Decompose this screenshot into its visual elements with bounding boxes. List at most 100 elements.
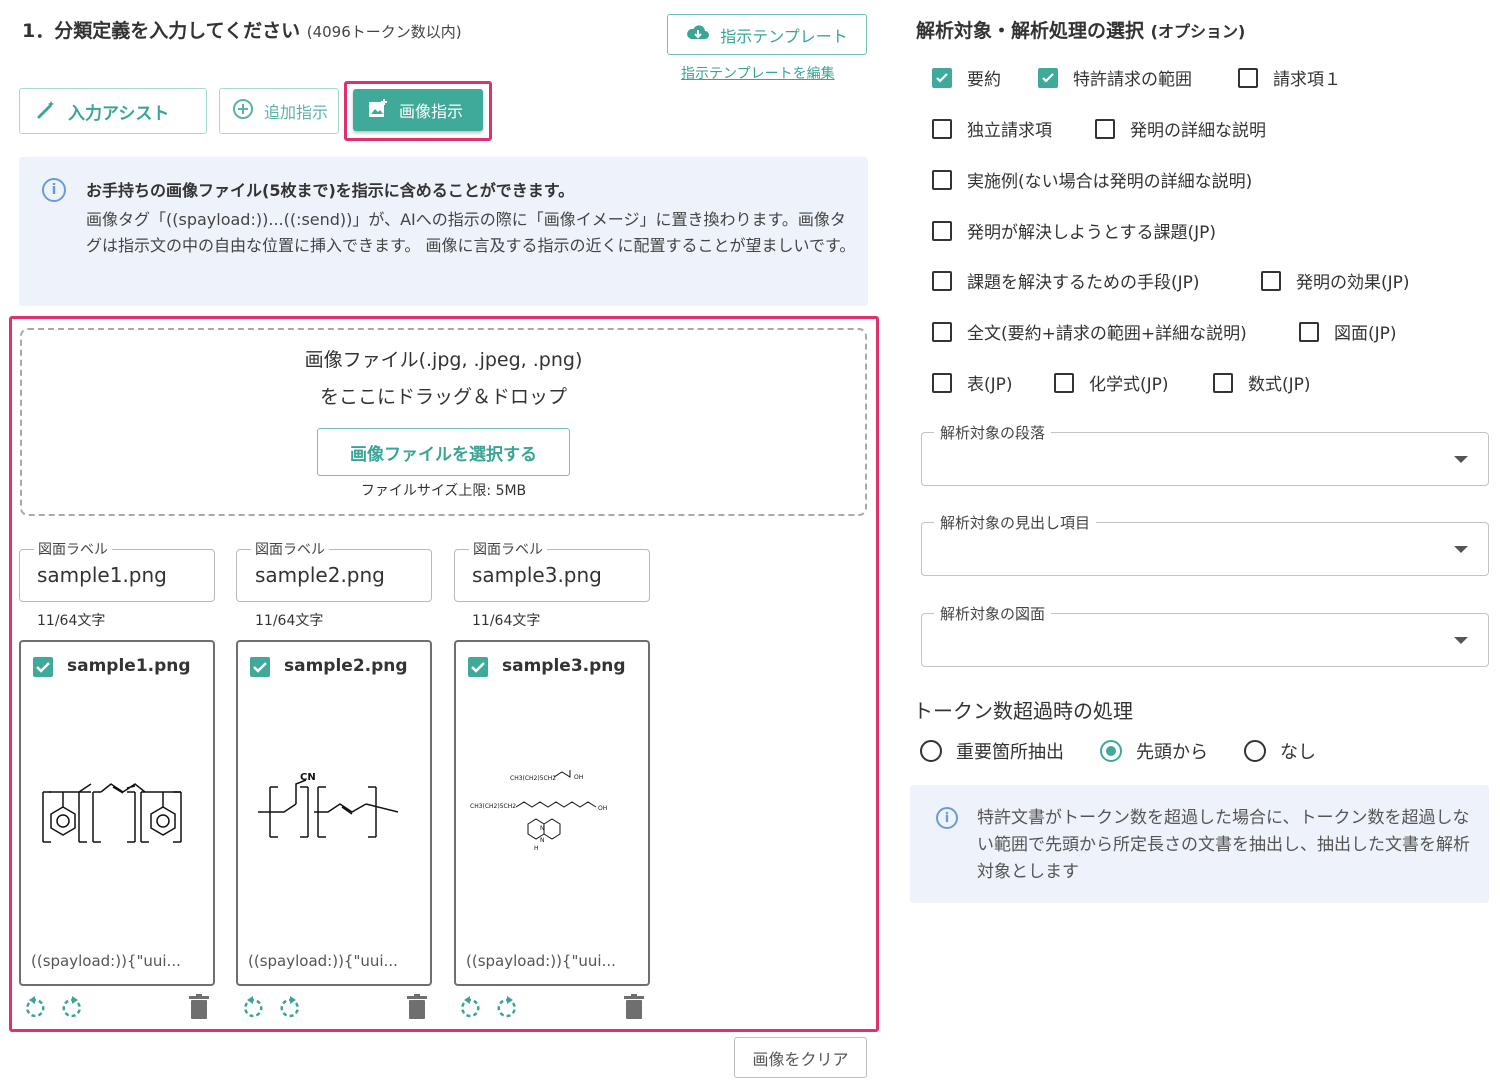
hydroxyl-label: OH: [574, 774, 583, 781]
token-handling-title: トークン数超過時の処理: [913, 699, 1133, 723]
radio-unselected-icon[interactable]: [1244, 740, 1266, 762]
checkbox-unchecked-icon[interactable]: [932, 118, 952, 139]
checkbox-unchecked-icon[interactable]: [1299, 321, 1319, 342]
rotate-right-icon[interactable]: [494, 994, 520, 1020]
image-instruction-button[interactable]: 画像指示: [353, 89, 483, 131]
chemical-structure-thumbnail: CN: [258, 772, 399, 838]
hydrogen-label: H: [534, 845, 539, 852]
info-icon: i: [42, 178, 66, 202]
chemical-structure-thumbnail: CH3(CH2)5CH2 OH CH3(CH2)5CH2 OH N N H: [470, 770, 607, 852]
checkbox-drawings[interactable]: 図面(JP): [1299, 319, 1397, 344]
image-select-checkbox[interactable]: [250, 657, 270, 677]
checkbox-math-formula[interactable]: 数式(JP): [1213, 370, 1311, 395]
trash-icon[interactable]: [623, 994, 645, 1020]
add-instruction-button[interactable]: 追加指示: [219, 88, 339, 134]
optional-note: (オプション): [1150, 22, 1246, 41]
image-card-actions: [22, 994, 212, 1022]
checkbox-unchecked-icon[interactable]: [1261, 270, 1281, 291]
char-count: 11/64文字: [472, 613, 541, 629]
image-select-checkbox[interactable]: [468, 657, 488, 677]
checkbox-checked-icon[interactable]: [932, 67, 952, 88]
checkbox-unchecked-icon[interactable]: [932, 220, 952, 241]
chemical-structure-thumbnail: [42, 783, 182, 843]
radio-selected-icon[interactable]: [1100, 740, 1122, 762]
checkbox-unchecked-icon[interactable]: [1095, 118, 1115, 139]
rotate-left-icon[interactable]: [240, 994, 266, 1020]
checkbox-unchecked-icon[interactable]: [932, 372, 952, 393]
checkbox-label: 実施例(ない場合は発明の詳細な説明): [967, 172, 1253, 192]
rotate-right-icon[interactable]: [277, 994, 303, 1020]
image-instruction-label: 画像指示: [399, 102, 464, 121]
image-file-name: sample1.png: [67, 656, 191, 676]
cloud-download-icon: [686, 24, 710, 46]
checkbox-tables[interactable]: 表(JP): [932, 370, 1013, 395]
token-limit-note: (4096トークン数以内): [306, 23, 462, 41]
chevron-down-icon[interactable]: [1454, 546, 1468, 553]
rotate-left-icon[interactable]: [457, 994, 483, 1020]
checkbox-label: 発明の詳細な説明: [1130, 121, 1266, 141]
checkbox-examples[interactable]: 実施例(ない場合は発明の詳細な説明): [932, 167, 1252, 192]
image-payload-tag: ((spayload:)){"uui...: [248, 952, 398, 970]
image-file-name: sample3.png: [502, 656, 626, 676]
trash-icon[interactable]: [188, 994, 210, 1020]
add-instruction-label: 追加指示: [264, 103, 329, 122]
image-payload-tag: ((spayload:)){"uui...: [466, 952, 616, 970]
token-info-text: 特許文書がトークン数を超過した場合に、トークン数を超過しない範囲で先頭から所定長…: [977, 808, 1470, 882]
image-card: sample2.png CN ((spayload:)){"uui...: [236, 640, 432, 986]
nitrogen-label: N: [540, 825, 545, 832]
checkbox-checked-icon[interactable]: [1038, 67, 1058, 88]
checkbox-label: 数式(JP): [1248, 375, 1311, 395]
nitrogen-label: N: [540, 837, 545, 844]
substituent-label: CH3(CH2)5CH2: [510, 775, 556, 782]
checkbox-detailed-description[interactable]: 発明の詳細な説明: [1095, 116, 1266, 141]
figure-label-value[interactable]: sample1.png: [37, 563, 167, 587]
section-title: 1．分類定義を入力してください (4096トークン数以内): [22, 16, 462, 43]
checkbox-independent-claims[interactable]: 独立請求項: [932, 116, 1052, 141]
radio-from-start[interactable]: 先頭から: [1100, 738, 1208, 764]
radio-unselected-icon[interactable]: [920, 740, 942, 762]
radio-label: なし: [1280, 742, 1316, 763]
checkbox-abstract[interactable]: 要約: [932, 65, 1001, 90]
checkbox-label: 請求項１: [1273, 70, 1341, 90]
input-assist-button[interactable]: 入力アシスト: [19, 88, 207, 134]
checkbox-unchecked-icon[interactable]: [1238, 67, 1258, 88]
rotate-right-icon[interactable]: [59, 994, 85, 1020]
edit-template-link[interactable]: 指示テンプレートを編集: [681, 63, 835, 83]
rotate-left-icon[interactable]: [22, 994, 48, 1020]
figure-label-value[interactable]: sample3.png: [472, 563, 602, 587]
image-info-heading: お手持ちの画像ファイル(5枚まで)を指示に含めることができます。: [86, 181, 575, 200]
radio-none[interactable]: なし: [1244, 738, 1316, 764]
drawing-select-label: 解析対象の図面: [934, 603, 1052, 624]
image-select-checkbox[interactable]: [33, 657, 53, 677]
checkbox-unchecked-icon[interactable]: [1054, 372, 1074, 393]
checkbox-label: 全文(要約+請求の範囲+詳細な説明): [967, 324, 1247, 344]
checkbox-unchecked-icon[interactable]: [932, 321, 952, 342]
checkbox-chemical-formula[interactable]: 化学式(JP): [1054, 370, 1169, 395]
checkbox-label: 図面(JP): [1334, 324, 1397, 344]
chevron-down-icon[interactable]: [1454, 637, 1468, 644]
hydroxyl-label: OH: [598, 805, 607, 812]
instruction-template-button[interactable]: 指示テンプレート: [667, 14, 867, 55]
image-info-panel: i お手持ちの画像ファイル(5枚まで)を指示に含めることができます。 画像タグ「…: [19, 157, 868, 306]
clear-images-button[interactable]: 画像をクリア: [734, 1037, 867, 1078]
chevron-down-icon[interactable]: [1454, 456, 1468, 463]
image-card: sample1.png ((spayload:)){"uui...: [19, 640, 215, 986]
checkbox-effect[interactable]: 発明の効果(JP): [1261, 268, 1410, 293]
figure-label-value[interactable]: sample2.png: [255, 563, 385, 587]
select-image-button[interactable]: 画像ファイルを選択する: [317, 428, 570, 476]
checkbox-full-text[interactable]: 全文(要約+請求の範囲+詳細な説明): [932, 319, 1247, 344]
figure-label-legend: 図面ラベル: [34, 539, 112, 559]
checkbox-unchecked-icon[interactable]: [932, 270, 952, 291]
image-card-actions: [457, 994, 647, 1022]
checkbox-claim1[interactable]: 請求項１: [1238, 65, 1341, 90]
file-size-note: ファイルサイズ上限: 5MB: [360, 483, 527, 499]
checkbox-unchecked-icon[interactable]: [932, 169, 952, 190]
image-payload-tag: ((spayload:)){"uui...: [31, 952, 181, 970]
checkbox-label: 表(JP): [967, 375, 1013, 395]
checkbox-problem[interactable]: 発明が解決しようとする課題(JP): [932, 218, 1216, 243]
checkbox-claims[interactable]: 特許請求の範囲: [1038, 65, 1192, 90]
checkbox-solution[interactable]: 課題を解決するための手段(JP): [932, 268, 1200, 293]
radio-important-extract[interactable]: 重要箇所抽出: [920, 738, 1064, 764]
checkbox-unchecked-icon[interactable]: [1213, 372, 1233, 393]
trash-icon[interactable]: [406, 994, 428, 1020]
